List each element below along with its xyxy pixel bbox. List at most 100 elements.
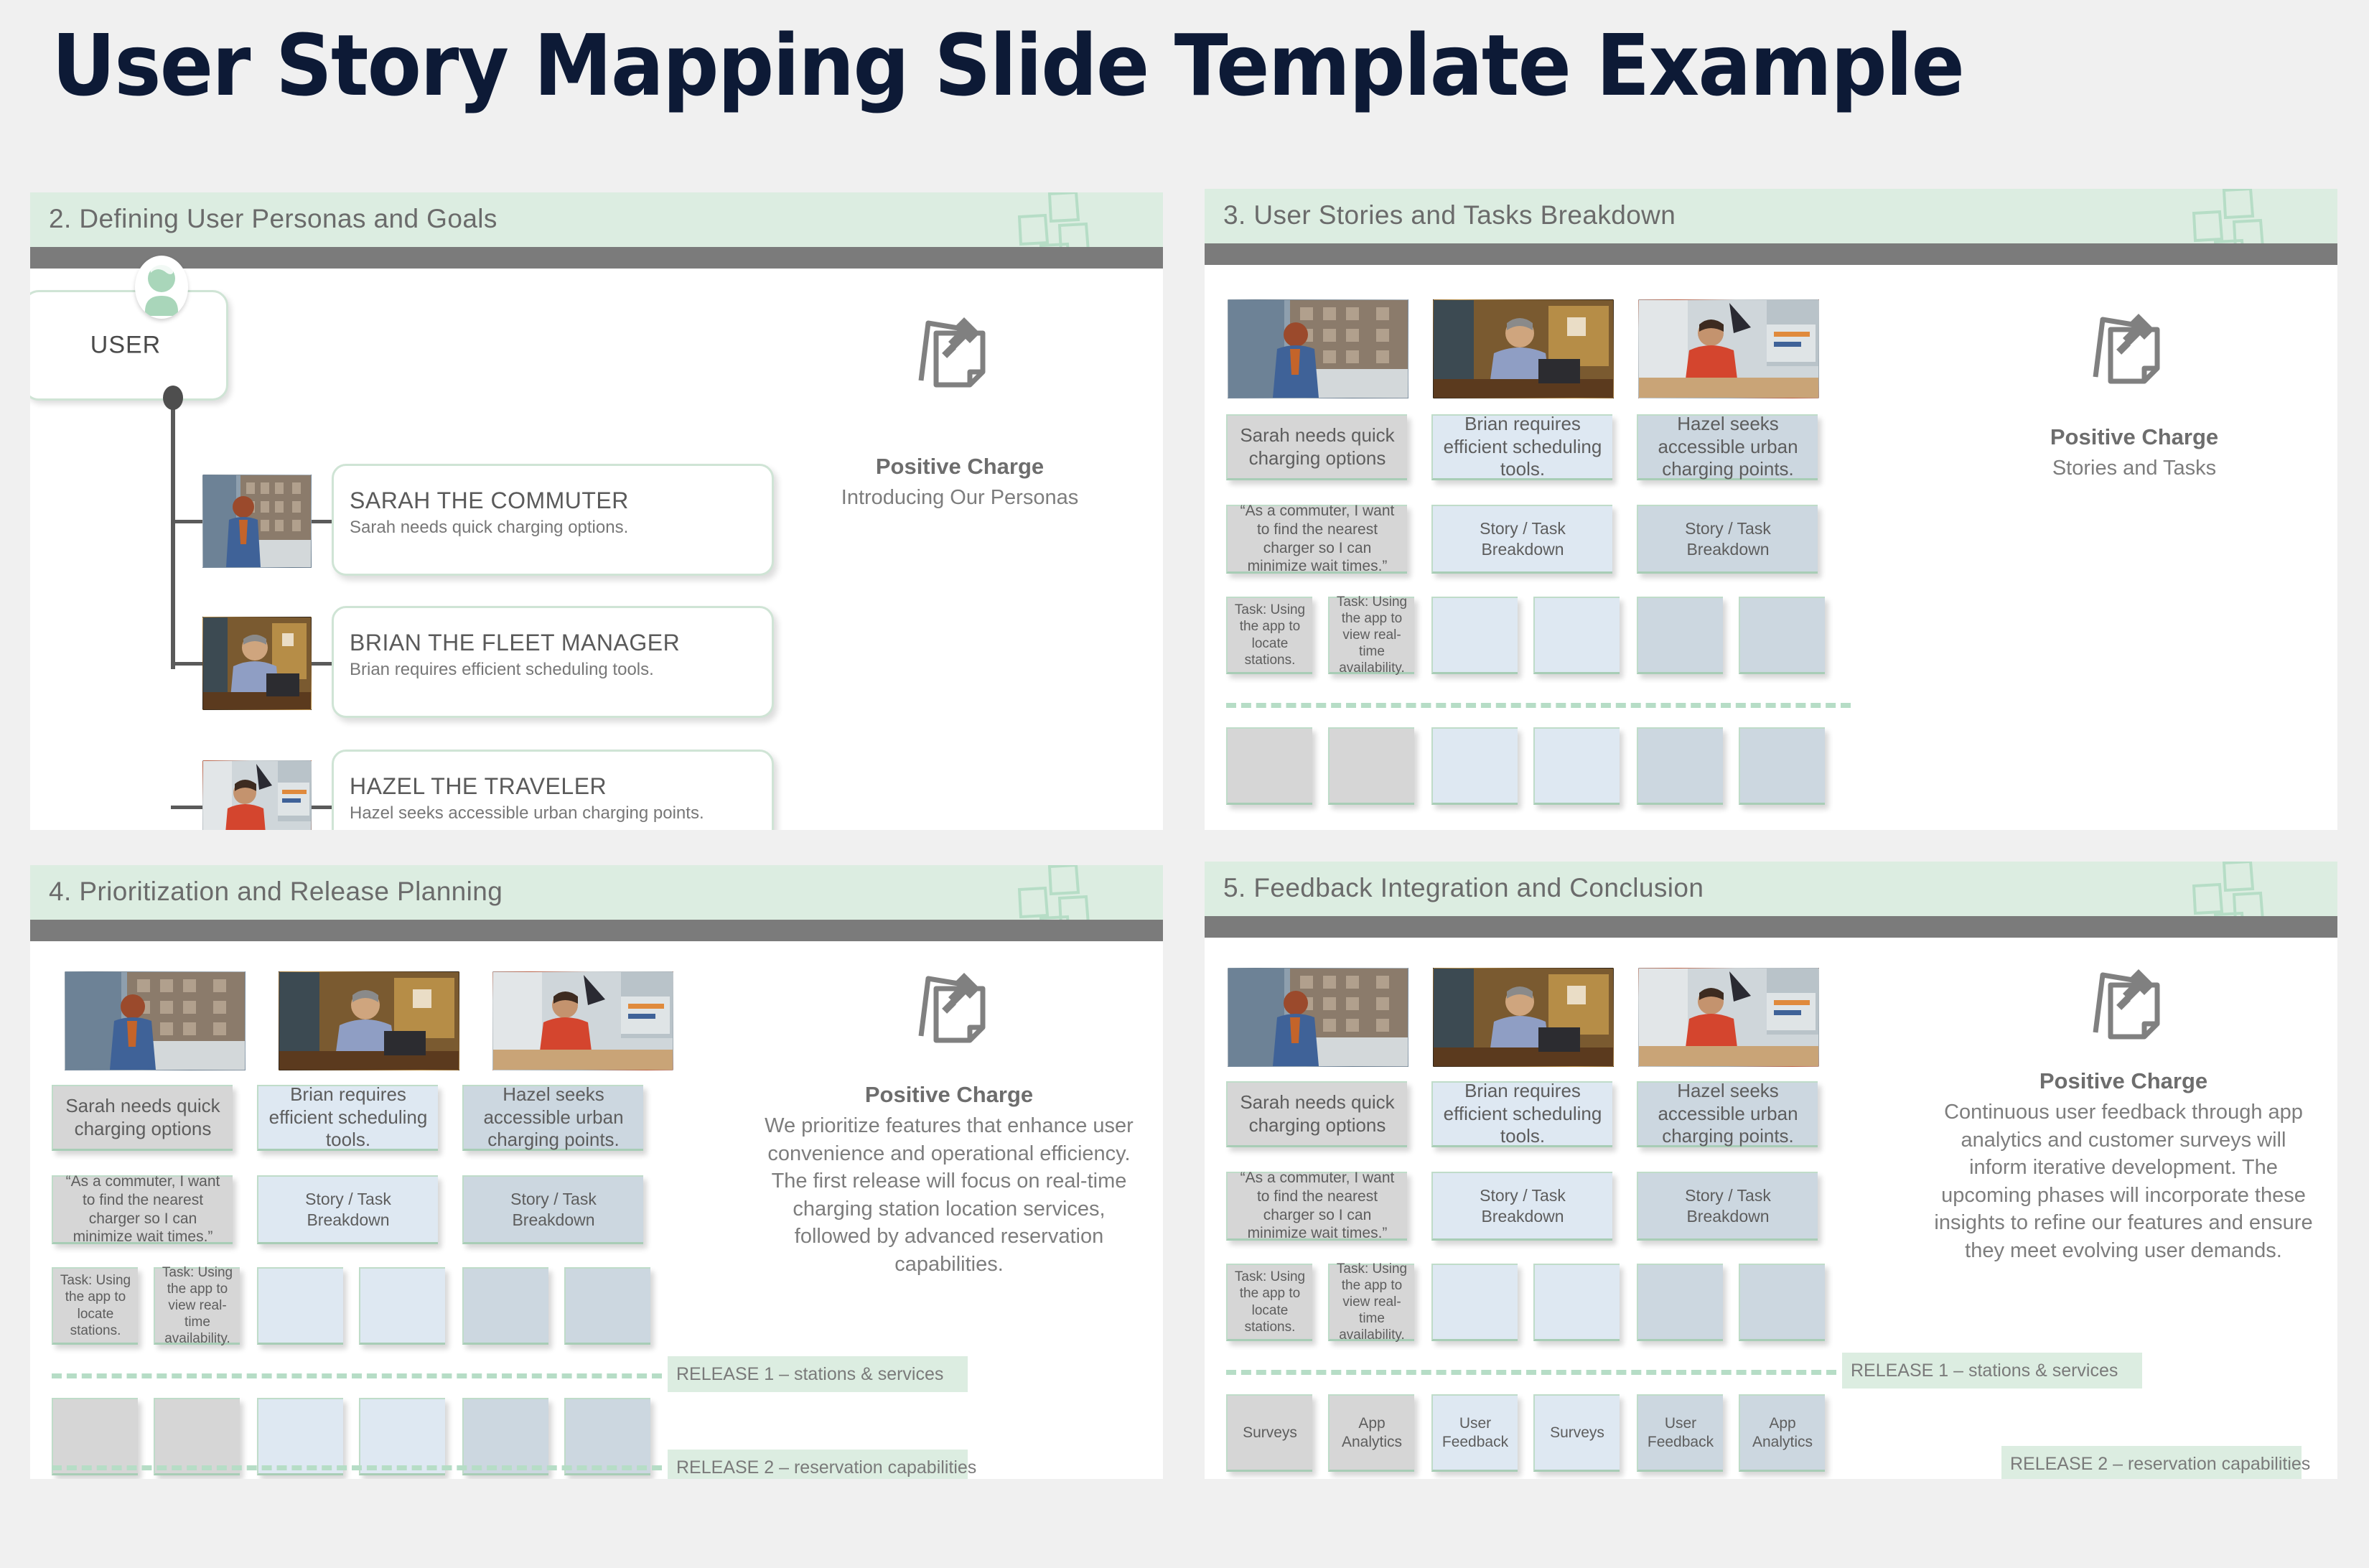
card-task-0[interactable]: Task: Using the app to locate stations. xyxy=(1226,1264,1312,1341)
card-bottom-1[interactable]: App Analytics xyxy=(1328,1394,1414,1472)
persona-desc: Hazel seeks accessible urban charging po… xyxy=(350,803,704,823)
release-photo-brian xyxy=(279,971,459,1070)
card-task-5[interactable] xyxy=(564,1267,650,1345)
persona-photo-sarah xyxy=(202,475,312,568)
sticky-notes-outline-icon xyxy=(2190,862,2297,916)
card-persona-2[interactable]: Hazel seeks accessible urban charging po… xyxy=(462,1083,643,1151)
card-task-5[interactable] xyxy=(1739,597,1825,674)
card-task-2[interactable] xyxy=(1431,597,1518,674)
card-bottom-4[interactable] xyxy=(1637,727,1723,805)
card-story-1[interactable]: Story / Task Breakdown xyxy=(1431,1172,1612,1241)
card-persona-1[interactable]: Brian requires efficient scheduling tool… xyxy=(1431,1079,1612,1147)
card-bottom-5[interactable] xyxy=(1739,727,1825,805)
tree-trunk xyxy=(171,392,175,669)
card-persona-2[interactable]: Hazel seeks accessible urban charging po… xyxy=(1637,1080,1818,1147)
panel2-accent-bar xyxy=(1205,243,2337,265)
card-persona-0[interactable]: Sarah needs quick charging options xyxy=(1226,414,1407,480)
card-task-4[interactable] xyxy=(462,1267,548,1345)
pinned-note-icon xyxy=(2084,308,2185,401)
card-bottom-3[interactable] xyxy=(1533,727,1620,805)
card-text: Story / Task Breakdown xyxy=(510,1190,597,1229)
card-bottom-5[interactable] xyxy=(564,1398,650,1475)
card-text: User Feedback xyxy=(1442,1414,1509,1450)
persona-card-sarah[interactable]: SARAH THE COMMUTER Sarah needs quick cha… xyxy=(332,464,774,576)
card-story-1[interactable]: Story / Task Breakdown xyxy=(257,1175,438,1244)
story-photo-hazel xyxy=(1638,299,1819,398)
release-divider-1 xyxy=(1226,1370,1836,1375)
card-persona-0[interactable]: Sarah needs quick charging options xyxy=(52,1085,233,1151)
card-text: Task: Using the app to locate stations. xyxy=(1234,1269,1306,1335)
release-divider-1 xyxy=(52,1373,662,1378)
panel2-header: 3. User Stories and Tasks Breakdown xyxy=(1205,189,2337,243)
card-bottom-0[interactable]: Surveys xyxy=(1226,1394,1312,1472)
card-persona-2[interactable]: Hazel seeks accessible urban charging po… xyxy=(1637,413,1818,480)
panel1-brand-body: Introducing Our Personas xyxy=(841,486,1079,509)
card-story-1[interactable]: Story / Task Breakdown xyxy=(1431,505,1612,574)
card-story-2[interactable]: Story / Task Breakdown xyxy=(1637,505,1818,574)
card-task-1[interactable]: Task: Using the app to view real-time av… xyxy=(1328,1261,1414,1343)
sticky-notes-outline-icon xyxy=(1015,865,1123,920)
panel4-brand-body: Continuous user feedback through app ana… xyxy=(1934,1101,2313,1262)
panel4-brand-title: Positive Charge xyxy=(2039,1068,2208,1093)
card-text: Story / Task Breakdown xyxy=(1685,519,1771,559)
card-task-3[interactable] xyxy=(1533,597,1620,674)
card-task-0[interactable]: Task: Using the app to locate stations. xyxy=(1226,597,1312,674)
card-persona-1[interactable]: Brian requires efficient scheduling tool… xyxy=(257,1083,438,1151)
card-bottom-4[interactable]: User Feedback xyxy=(1637,1394,1723,1472)
card-text: Task: Using the app to locate stations. xyxy=(60,1273,131,1338)
release-divider-2 xyxy=(52,1465,662,1470)
card-task-0[interactable]: Task: Using the app to locate stations. xyxy=(52,1267,138,1345)
card-bottom-1[interactable] xyxy=(154,1398,240,1475)
persona-name: BRIAN THE FLEET MANAGER xyxy=(350,630,681,655)
sticky-notes-outline-icon xyxy=(2190,189,2297,243)
panel3-brand-title: Positive Charge xyxy=(864,1082,1034,1107)
card-bottom-0[interactable] xyxy=(1226,727,1312,805)
pinned-note-icon xyxy=(910,967,1010,1060)
persona-card-hazel[interactable]: HAZEL THE TRAVELER Hazel seeks accessibl… xyxy=(332,750,774,830)
card-task-2[interactable] xyxy=(1431,1264,1518,1341)
card-task-4[interactable] xyxy=(1637,597,1723,674)
card-text: Story / Task Breakdown xyxy=(1480,519,1566,559)
card-text: Task: Using the app to view real-time av… xyxy=(1336,594,1408,676)
card-text: Brian requires efficient scheduling tool… xyxy=(1443,1079,1602,1147)
card-text: Brian requires efficient scheduling tool… xyxy=(1443,412,1602,480)
card-bottom-3[interactable]: Surveys xyxy=(1533,1394,1620,1472)
card-bottom-2[interactable] xyxy=(1431,727,1518,805)
card-text: Story / Task Breakdown xyxy=(305,1190,391,1229)
feedback-photo-hazel xyxy=(1638,968,1819,1067)
persona-desc: Brian requires efficient scheduling tool… xyxy=(350,660,654,679)
card-story-2[interactable]: Story / Task Breakdown xyxy=(1637,1172,1818,1241)
card-story-0[interactable]: “As a commuter, I want to find the neare… xyxy=(1226,503,1407,574)
card-task-5[interactable] xyxy=(1739,1264,1825,1341)
card-text: Sarah needs quick charging options xyxy=(65,1094,220,1139)
user-avatar-icon xyxy=(135,256,188,319)
panel3-accent-bar xyxy=(30,920,1163,941)
feedback-photo-sarah xyxy=(1228,968,1408,1067)
card-persona-1[interactable]: Brian requires efficient scheduling tool… xyxy=(1431,412,1612,480)
card-bottom-4[interactable] xyxy=(462,1398,548,1475)
card-task-3[interactable] xyxy=(1533,1264,1620,1341)
card-text: Task: Using the app to locate stations. xyxy=(1234,602,1306,668)
card-task-3[interactable] xyxy=(359,1267,445,1345)
card-bottom-2[interactable] xyxy=(257,1398,343,1475)
card-task-4[interactable] xyxy=(1637,1264,1723,1341)
card-story-0[interactable]: “As a commuter, I want to find the neare… xyxy=(1226,1170,1407,1241)
card-bottom-1[interactable] xyxy=(1328,727,1414,805)
card-story-0[interactable]: “As a commuter, I want to find the neare… xyxy=(52,1173,233,1245)
persona-card-brian[interactable]: BRIAN THE FLEET MANAGER Brian requires e… xyxy=(332,606,774,718)
user-root-node[interactable]: USER xyxy=(30,290,228,401)
card-task-1[interactable]: Task: Using the app to view real-time av… xyxy=(1328,594,1414,676)
sticky-notes-outline-icon xyxy=(1015,192,1123,247)
user-root-label: USER xyxy=(90,331,162,359)
card-bottom-2[interactable]: User Feedback xyxy=(1431,1394,1518,1472)
card-story-2[interactable]: Story / Task Breakdown xyxy=(462,1175,643,1244)
card-task-2[interactable] xyxy=(257,1267,343,1345)
card-bottom-3[interactable] xyxy=(359,1398,445,1475)
card-task-1[interactable]: Task: Using the app to view real-time av… xyxy=(154,1265,240,1346)
card-persona-0[interactable]: Sarah needs quick charging options xyxy=(1226,1081,1407,1147)
panel3-header: 4. Prioritization and Release Planning xyxy=(30,865,1163,920)
card-bottom-0[interactable] xyxy=(52,1398,138,1475)
panel-feedback-integration-conclusion: 5. Feedback Integration and Conclusion S… xyxy=(1205,862,2337,1479)
card-text: Brian requires efficient scheduling tool… xyxy=(268,1083,428,1151)
card-bottom-5[interactable]: App Analytics xyxy=(1739,1394,1825,1472)
